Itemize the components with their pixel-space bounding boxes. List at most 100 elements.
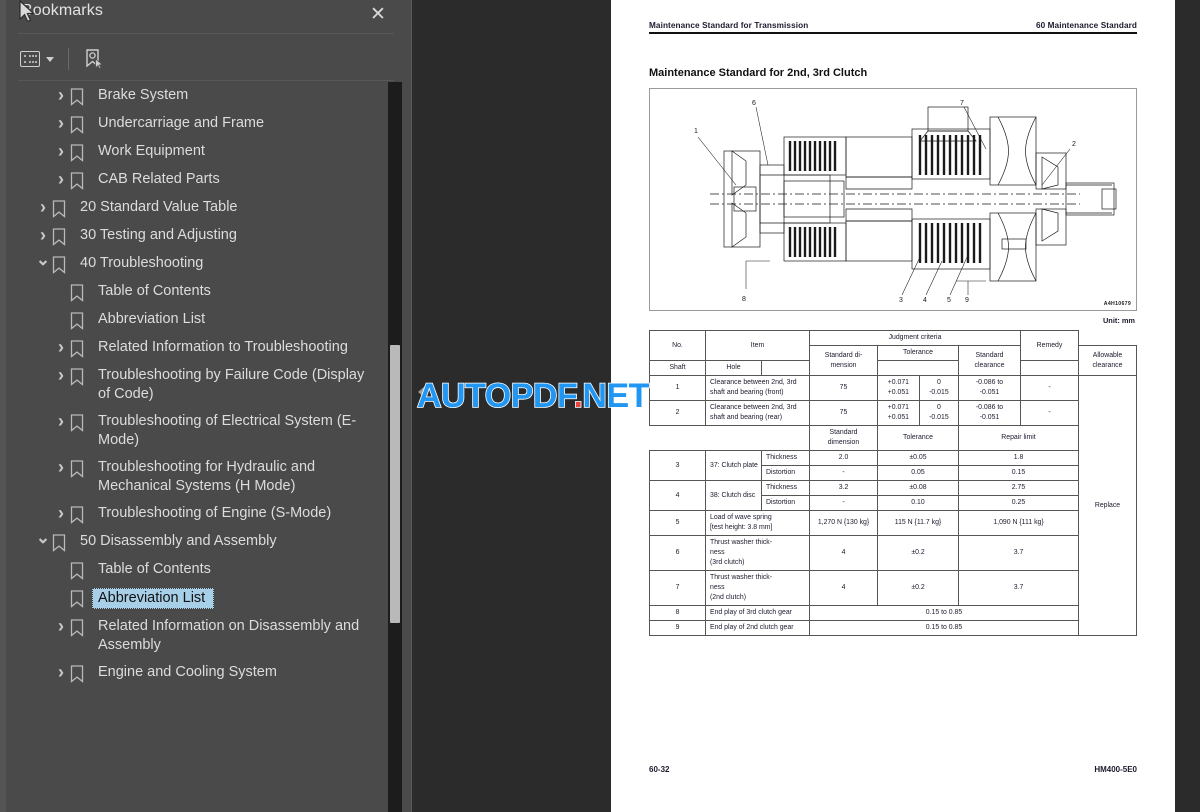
bookmark-icon <box>70 310 92 330</box>
page-title: Maintenance Standard for 2nd, 3rd Clutch <box>649 67 868 79</box>
th-judgment: Judgment criteria <box>809 330 1021 346</box>
chevron-right-icon[interactable] <box>52 86 70 106</box>
svg-text:3: 3 <box>899 297 903 304</box>
figure-code: A4H10679 <box>1103 301 1131 307</box>
viewer-right-margin <box>1175 0 1200 812</box>
row-5-tolerance: 115 N {11.7 kg} <box>877 510 959 536</box>
th-repair-limit: Repair limit <box>958 425 1079 451</box>
bookmark-item-label: Related Information to Troubleshooting <box>98 339 348 355</box>
row-1-std-dim: 75 <box>809 375 878 401</box>
maintenance-standard-table: No. Item Judgment criteria Remedy Standa… <box>649 330 1137 636</box>
bookmark-icon <box>52 226 74 246</box>
chevron-right-icon[interactable] <box>52 458 70 478</box>
row-5-item-label: Load of wave spring [test height: 3.8 mm… <box>705 510 810 536</box>
collapse-panel-icon[interactable] <box>418 386 425 398</box>
bookmarks-tree[interactable]: Brake System Undercarriage and Frame Work … <box>0 82 388 812</box>
row-7-repair-limit: 3.7 <box>958 570 1079 606</box>
bookmarks-toolbar <box>18 42 107 76</box>
chevron-right-icon[interactable] <box>52 663 70 683</box>
table-header-row-3: Clearance between 2nd, 3rd shaft and bea… <box>649 360 1137 376</box>
row-1-allow-clearance: - <box>1020 375 1079 401</box>
bookmark-item[interactable]: Abbreviation List <box>0 306 388 334</box>
bookmark-item-label: Undercarriage and Frame <box>98 115 265 131</box>
row-4b-sublabel: Distortion <box>761 495 810 511</box>
bookmark-item-label: Troubleshooting by Failure Code (Display… <box>98 367 365 402</box>
row-4b-std-dim: - <box>809 495 878 511</box>
th-standard-dimension: Standard di- mension <box>809 345 878 376</box>
row-5-repair-limit: 1,090 N {111 kg} <box>958 510 1079 536</box>
bookmark-item[interactable]: Troubleshooting by Failure Code (Display… <box>0 362 388 408</box>
bookmark-item[interactable]: 40 Troubleshooting <box>0 250 388 278</box>
bookmark-item[interactable]: Troubleshooting of Engine (S-Mode) <box>0 500 388 528</box>
page-header-rule <box>649 32 1137 34</box>
bookmark-options-button[interactable] <box>18 49 56 69</box>
chevron-right-icon[interactable] <box>34 198 52 218</box>
chevron-down-icon <box>46 56 54 62</box>
bookmarks-sidebar: Bookmarks ✕ Brake System Undercarriage an… <box>0 0 412 812</box>
bookmark-item[interactable]: CAB Related Parts <box>0 166 388 194</box>
chevron-right-icon[interactable] <box>52 412 70 432</box>
chevron-right-icon[interactable] <box>52 338 70 358</box>
row-6-no: 6 <box>649 535 706 571</box>
th-shaft: Shaft <box>649 360 706 376</box>
chevron-down-icon[interactable] <box>34 532 52 552</box>
row-2-hole: 0 -0.015 <box>918 400 960 426</box>
chevron-down-icon[interactable] <box>34 254 52 274</box>
chevron-right-icon[interactable] <box>52 617 70 637</box>
new-bookmark-icon <box>86 49 104 70</box>
bookmark-item[interactable]: Troubleshooting of Electrical System (E-… <box>0 408 388 454</box>
chevron-right-icon[interactable] <box>34 226 52 246</box>
bookmark-item[interactable]: 50 Disassembly and Assembly <box>0 528 388 556</box>
row-2-std-dim: 75 <box>809 400 878 426</box>
close-icon[interactable]: ✕ <box>365 2 391 28</box>
th-tolerance: Tolerance <box>877 345 959 361</box>
bookmark-item[interactable]: Related Information to Troubleshooting <box>0 334 388 362</box>
bookmark-item[interactable]: Brake System <box>0 82 388 110</box>
svg-text:1: 1 <box>694 128 698 135</box>
table-subheader-row: Standard dimension Tolerance Repair limi… <box>650 425 1137 451</box>
row-7-tolerance: ±0.2 <box>877 570 959 606</box>
bookmark-item-label: 20 Standard Value Table <box>80 199 238 215</box>
bookmark-item[interactable]: 20 Standard Value Table <box>0 194 388 222</box>
bookmark-item[interactable]: Engine and Cooling System <box>0 659 388 687</box>
document-viewer: Maintenance Standard for Transmission 60… <box>413 0 1200 812</box>
svg-text:8: 8 <box>742 296 746 303</box>
bookmark-item-label: CAB Related Parts <box>98 171 220 187</box>
row-3a-tolerance: ±0.05 <box>877 450 959 466</box>
row-1-std-clearance: -0.086 to -0.051 <box>958 375 1021 401</box>
bookmark-item[interactable]: Table of Contents <box>0 556 388 584</box>
bookmark-item-label: Work Equipment <box>98 143 205 159</box>
row-4b-repair-limit: 0.25 <box>958 495 1079 511</box>
bookmark-item[interactable]: Abbreviation List <box>0 584 388 613</box>
bookmark-item[interactable]: Table of Contents <box>0 278 388 306</box>
bookmark-icon <box>70 588 92 608</box>
row-3b-sublabel: Distortion <box>761 465 810 481</box>
bookmark-icon <box>70 560 92 580</box>
bookmark-item[interactable]: 30 Testing and Adjusting <box>0 222 388 250</box>
row-1-hole: 0 -0.015 <box>918 375 960 401</box>
table-row-7: 7 Thrust washer thick- ness (2nd clutch)… <box>649 570 1137 606</box>
chevron-right-icon[interactable] <box>52 170 70 190</box>
bookmark-icon <box>70 504 92 524</box>
svg-text:5: 5 <box>947 297 951 304</box>
row-9-item-label: End play of 2nd clutch gear <box>705 620 810 636</box>
chevron-right-icon[interactable] <box>52 366 70 386</box>
new-bookmark-button[interactable] <box>81 46 107 72</box>
bookmark-icon <box>70 170 92 190</box>
row-8-item-label: End play of 3rd clutch gear <box>705 605 810 621</box>
bookmark-item[interactable]: Troubleshooting for Hydraulic and Mechan… <box>0 454 388 500</box>
bookmark-item-label: Troubleshooting for Hydraulic and Mechan… <box>98 459 316 494</box>
chevron-right-icon[interactable] <box>52 142 70 162</box>
divider-toolbar <box>18 80 394 81</box>
bookmark-item[interactable]: Related Information on Disassembly and A… <box>0 613 388 659</box>
bookmark-item[interactable]: Work Equipment <box>0 138 388 166</box>
table-row-8: 8 End play of 3rd clutch gear 0.15 to 0.… <box>649 605 1137 621</box>
chevron-right-icon[interactable] <box>52 114 70 134</box>
toolbar-divider <box>68 48 69 70</box>
row-6-item-label: Thrust washer thick- ness (3rd clutch) <box>705 535 810 571</box>
bookmark-item[interactable]: Undercarriage and Frame <box>0 110 388 138</box>
sidebar-scrollbar-thumb[interactable] <box>390 345 400 623</box>
svg-text:6: 6 <box>752 100 756 107</box>
chevron-right-icon[interactable] <box>52 504 70 524</box>
bookmark-icon <box>52 198 74 218</box>
